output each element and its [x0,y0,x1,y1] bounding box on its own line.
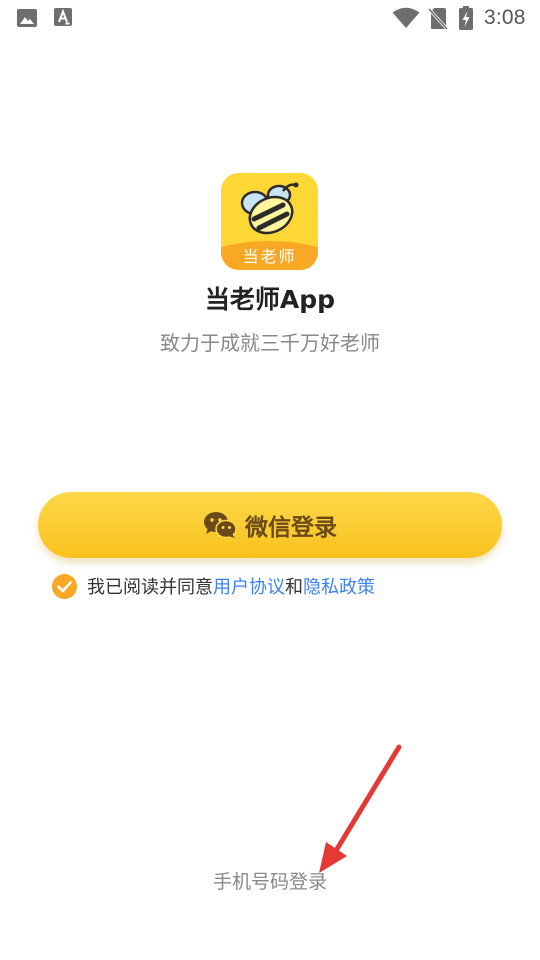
wechat-login-label: 微信登录 [245,515,337,541]
agreement-row: 我已阅读并同意用户协议和隐私政策 [52,572,375,600]
status-bar: 3:08 [0,0,540,38]
text-a-icon [54,8,72,26]
wechat-login-button[interactable]: 微信登录 [38,492,502,558]
agreement-joiner: 和 [285,577,303,598]
no-sim-icon [428,7,448,30]
logo-text: 当老师 [242,247,297,266]
agreement-checkbox[interactable] [52,573,77,599]
wifi-icon [392,7,420,28]
app-logo: 当老师 [221,173,318,270]
agreement-prefix: 我已阅读并同意 [87,577,213,598]
phone-login-link[interactable]: 手机号码登录 [0,867,540,894]
app-title: 当老师App [204,285,336,314]
user-agreement-link[interactable]: 用户协议 [213,577,285,598]
app-subtitle: 致力于成就三千万好老师 [160,331,380,355]
battery-charging-icon [459,6,473,30]
privacy-policy-link[interactable]: 隐私政策 [303,577,375,598]
wechat-icon [204,512,237,539]
gallery-icon [17,9,37,27]
status-time: 3:08 [484,6,526,29]
agreement-text: 我已阅读并同意用户协议和隐私政策 [87,573,375,599]
annotation-arrow-icon [319,744,402,873]
